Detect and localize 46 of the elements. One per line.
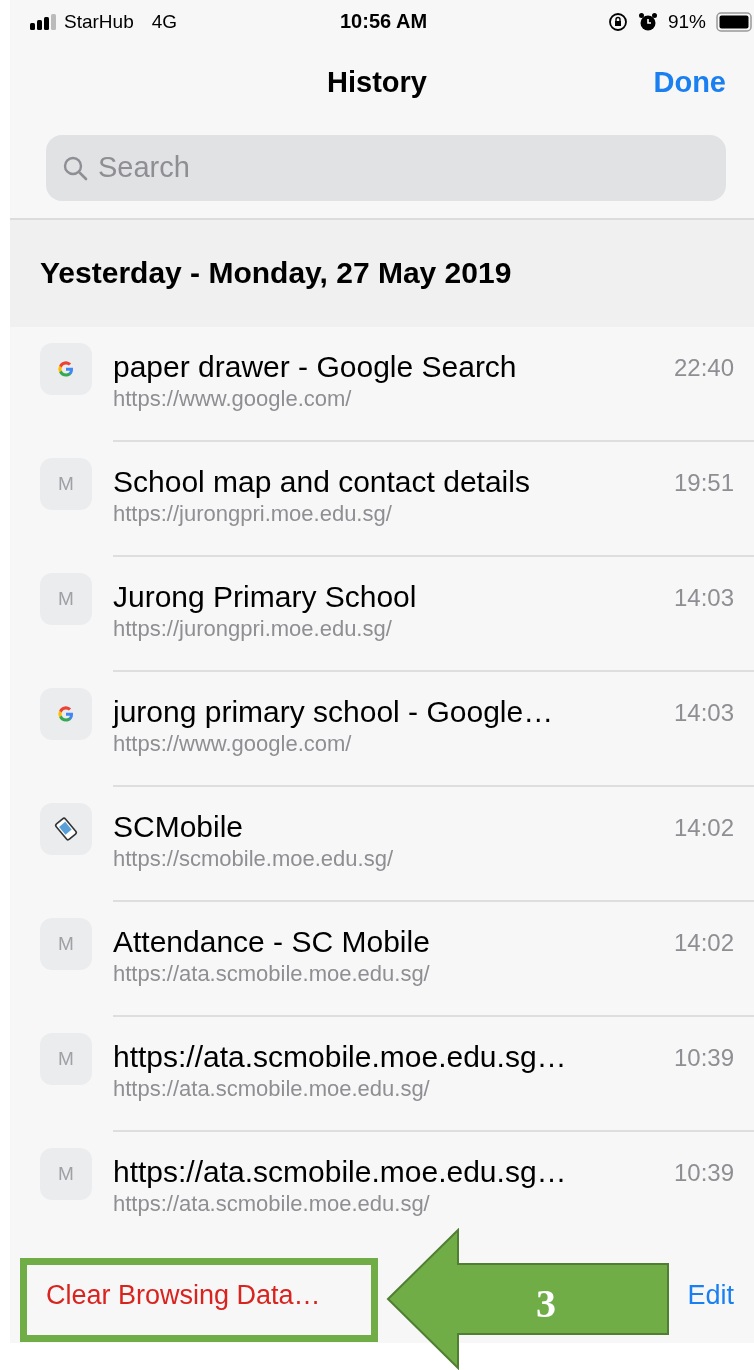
edit-button[interactable]: Edit: [687, 1279, 734, 1311]
search-bar[interactable]: Search: [46, 134, 726, 201]
history-url: https://www.google.com/: [113, 731, 353, 758]
visit-time: 14:03: [672, 583, 735, 614]
history-url: https://jurongpri.moe.edu.sg/: [113, 616, 393, 643]
battery-icon: [716, 11, 754, 32]
visit-time: 10:39: [672, 1158, 735, 1189]
battery-percent: 91%: [667, 10, 706, 33]
done-button[interactable]: Done: [653, 65, 726, 99]
visit-time: 14:02: [672, 813, 735, 844]
visit-time: 19:51: [672, 468, 735, 499]
visit-time: 14:03: [672, 698, 735, 729]
history-title[interactable]: https://ata.scmobile.moe.edu.sg…: [113, 1039, 664, 1076]
favicon-letter: M: [40, 458, 92, 511]
history-url: https://ata.scmobile.moe.edu.sg/: [113, 961, 431, 988]
screen-title: History: [327, 66, 427, 100]
history-title[interactable]: jurong primary school - Google…: [113, 694, 664, 731]
clear-browsing-data-button[interactable]: Clear Browsing Data…: [46, 1279, 321, 1311]
alarm-icon: [637, 11, 658, 32]
visit-time: 10:39: [672, 1043, 735, 1074]
favicon-letter: M: [40, 573, 92, 626]
history-title[interactable]: School map and contact details: [113, 464, 664, 501]
clock-time: 10:56 AM: [340, 10, 428, 34]
step-number: 3: [536, 1282, 556, 1326]
rotation-lock-icon: [607, 11, 628, 32]
network-type: 4G: [151, 10, 178, 33]
history-url: https://ata.scmobile.moe.edu.sg/: [113, 1076, 431, 1103]
history-title[interactable]: paper drawer - Google Search: [113, 349, 664, 386]
favicon-letter: M: [40, 1033, 92, 1086]
section-header: Yesterday - Monday, 27 May 2019: [40, 256, 512, 291]
visit-time: 14:02: [672, 928, 735, 959]
history-url: https://scmobile.moe.edu.sg/: [113, 846, 395, 873]
carrier-name: StarHub: [64, 10, 134, 33]
favicon-letter: M: [40, 1148, 92, 1201]
favicon-letter: M: [40, 918, 92, 971]
visit-time: 22:40: [672, 353, 735, 384]
history-url: https://ata.scmobile.moe.edu.sg/: [113, 1191, 431, 1218]
history-url: https://www.google.com/: [113, 386, 353, 413]
search-input[interactable]: Search: [98, 151, 726, 185]
history-url: https://jurongpri.moe.edu.sg/: [113, 501, 393, 528]
signal-icon: [30, 13, 58, 30]
history-title[interactable]: Jurong Primary School: [113, 579, 664, 616]
history-title[interactable]: SCMobile: [113, 809, 664, 846]
history-title[interactable]: https://ata.scmobile.moe.edu.sg…: [113, 1154, 664, 1191]
history-title[interactable]: Attendance - SC Mobile: [113, 924, 664, 961]
search-icon: [62, 154, 88, 181]
